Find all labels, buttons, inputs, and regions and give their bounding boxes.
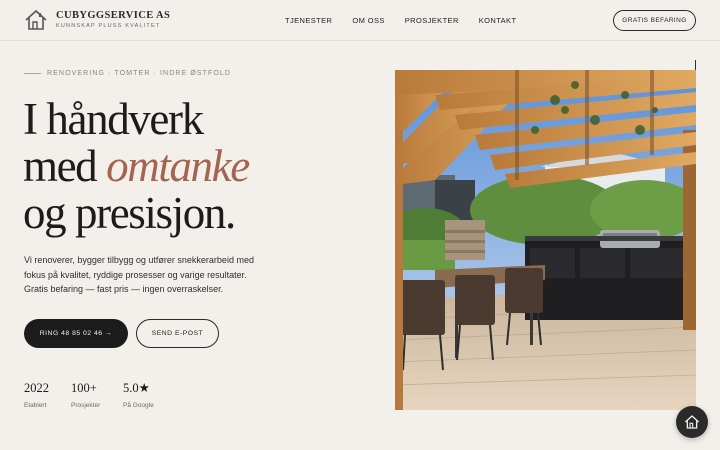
send-email-button[interactable]: SEND E-POST xyxy=(136,319,219,348)
pergola-photo xyxy=(395,70,696,410)
house-icon xyxy=(25,9,47,30)
stat-value: 5.0★ xyxy=(123,381,150,395)
headline-accent: omtanke xyxy=(106,141,250,191)
hero-headline: I håndverk med omtanke og presisjon. xyxy=(23,96,363,237)
brand-logo[interactable]: CUBYGGSERVICE AS KUNNSKAP PLUSS KVALITET xyxy=(24,8,170,32)
hero-eyebrow: RENOVERING · TOMTER · INDRE ØSTFOLD xyxy=(24,70,231,77)
main-nav: TJENESTER OM OSS PROSJEKTER KONTAKT xyxy=(285,16,536,25)
nav-link-kontakt[interactable]: KONTAKT xyxy=(479,16,517,25)
stat-value: 2022 xyxy=(24,381,49,395)
stat-google-rating: 5.0★ På Google xyxy=(123,381,154,409)
eyebrow-divider xyxy=(24,73,41,74)
floating-home-button[interactable] xyxy=(676,406,708,438)
nav-link-om-oss[interactable]: OM OSS xyxy=(352,16,384,25)
nav-link-prosjekter[interactable]: PROSJEKTER xyxy=(405,16,459,25)
call-button[interactable]: RING 48 85 02 46 → xyxy=(24,319,128,348)
stat-label: Prosjekter xyxy=(71,402,101,409)
house-icon xyxy=(684,415,700,429)
site-header: CUBYGGSERVICE AS KUNNSKAP PLUSS KVALITET… xyxy=(0,0,720,41)
stat-established: 2022 Etablert xyxy=(24,381,49,409)
brand-tagline: KUNNSKAP PLUSS KVALITET xyxy=(56,22,161,29)
hero-image-pergola-deck xyxy=(395,70,696,410)
headline-line-3: og presisjon. xyxy=(23,188,236,238)
stat-value: 100+ xyxy=(71,381,97,395)
free-inspection-button[interactable]: GRATIS BEFARING xyxy=(613,10,696,31)
stat-label: På Google xyxy=(123,402,154,409)
headline-line-1: I håndverk xyxy=(23,94,204,144)
stat-label: Etablert xyxy=(24,402,47,409)
hero-lead-text: Vi renoverer, bygger tilbygg og utfører … xyxy=(24,255,254,294)
brand-name: CUBYGGSERVICE AS xyxy=(56,9,171,21)
eyebrow-text: RENOVERING · TOMTER · INDRE ØSTFOLD xyxy=(47,70,232,77)
headline-line-2-prefix: med xyxy=(23,141,107,191)
stat-projects: 100+ Prosjekter xyxy=(71,381,100,409)
brand-text: CUBYGGSERVICE AS KUNNSKAP PLUSS KVALITET xyxy=(56,10,170,31)
nav-link-tjenester[interactable]: TJENESTER xyxy=(285,16,332,25)
